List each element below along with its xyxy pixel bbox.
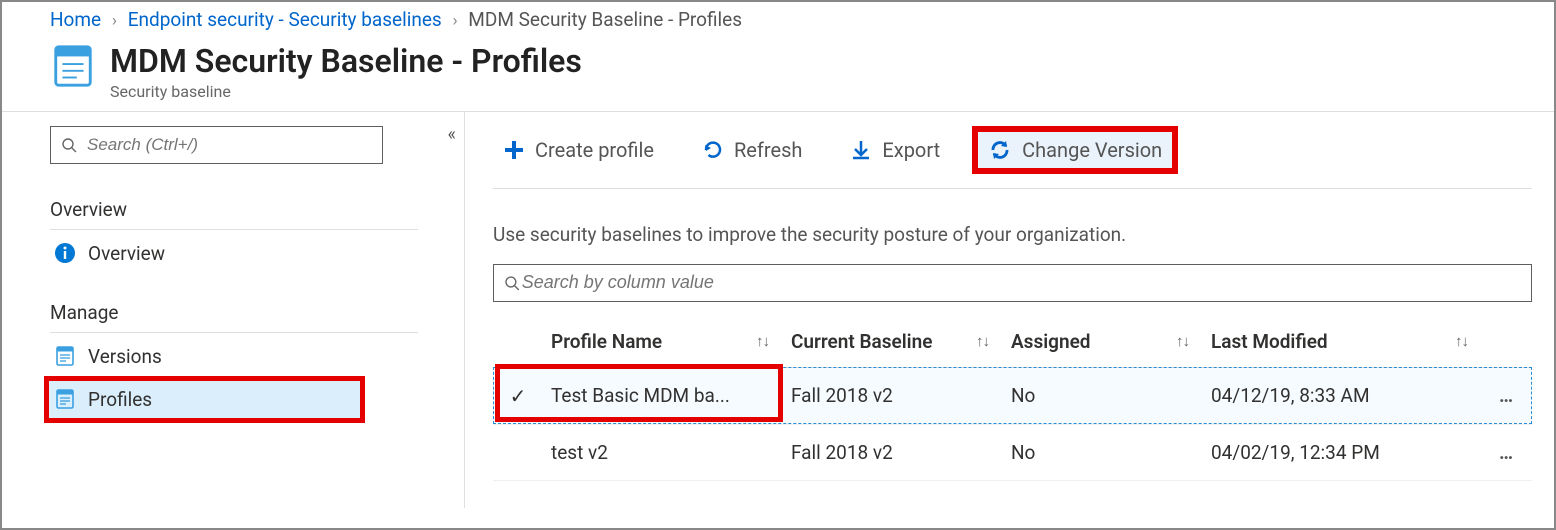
cell-modified: 04/12/19, 8:33 AM [1203, 367, 1482, 424]
breadcrumb-endpoint-security[interactable]: Endpoint security - Security baselines [128, 8, 442, 31]
sidebar-item-label: Overview [88, 242, 165, 265]
plus-icon [503, 139, 525, 161]
sort-icon: ↑↓ [1455, 332, 1468, 350]
checkmark-icon[interactable]: ✓ [510, 384, 527, 408]
col-last-modified[interactable]: Last Modified↑↓ [1203, 320, 1482, 368]
cell-assigned: No [1003, 367, 1203, 424]
column-search[interactable] [493, 264, 1532, 302]
breadcrumb-home[interactable]: Home [50, 8, 101, 31]
row-menu-icon[interactable]: … [1482, 367, 1532, 424]
search-icon [504, 275, 520, 291]
page-title: MDM Security Baseline - Profiles [110, 43, 582, 80]
sidebar-item-overview[interactable]: Overview [46, 232, 418, 275]
col-profile-name[interactable]: Profile Name↑↓ [543, 320, 783, 368]
col-assigned[interactable]: Assigned↑↓ [1003, 320, 1203, 368]
download-icon [850, 139, 872, 161]
info-icon [54, 242, 76, 264]
chevron-right-icon: › [112, 11, 117, 31]
sidebar-search[interactable] [50, 126, 383, 164]
cell-assigned: No [1003, 424, 1203, 480]
sync-icon [988, 138, 1012, 162]
export-button[interactable]: Export [840, 132, 950, 168]
collapse-sidebar-icon[interactable]: « [448, 124, 450, 145]
document-icon [54, 345, 76, 367]
sidebar-item-label: Versions [88, 345, 162, 368]
sidebar-item-label: Profiles [88, 388, 152, 411]
col-checkbox [493, 320, 543, 368]
refresh-icon [702, 139, 724, 161]
create-profile-button[interactable]: Create profile [493, 132, 664, 168]
refresh-button[interactable]: Refresh [692, 132, 812, 168]
toolbar-label: Create profile [535, 138, 654, 162]
breadcrumb-current: MDM Security Baseline - Profiles [468, 8, 742, 31]
cell-profile-name: test v2 [543, 424, 783, 480]
description-text: Use security baselines to improve the se… [493, 223, 1532, 246]
profiles-table: Profile Name↑↓ Current Baseline↑↓ Assign… [493, 320, 1532, 481]
content: Create profile Refresh Export [465, 112, 1554, 508]
cell-baseline: Fall 2018 v2 [783, 367, 1003, 424]
document-icon [54, 388, 76, 410]
column-search-input[interactable] [520, 271, 1521, 294]
toolbar-label: Refresh [734, 138, 802, 162]
page-header: MDM Security Baseline - Profiles Securit… [2, 39, 1554, 112]
sort-icon: ↑↓ [1176, 332, 1189, 350]
breadcrumb: Home › Endpoint security - Security base… [2, 2, 1554, 39]
page-subtitle: Security baseline [110, 82, 582, 101]
sidebar-item-profiles[interactable]: Profiles [46, 378, 363, 421]
cell-profile-name: Test Basic MDM ba... [543, 367, 783, 424]
sort-icon: ↑↓ [756, 332, 769, 350]
chevron-right-icon: › [452, 11, 457, 31]
row-menu-icon[interactable]: … [1482, 424, 1532, 480]
change-version-button[interactable]: Change Version [978, 132, 1172, 168]
toolbar-label: Change Version [1022, 138, 1162, 162]
toolbar: Create profile Refresh Export [493, 112, 1532, 189]
sidebar-section-manage: Manage [50, 293, 418, 333]
table-row[interactable]: ✓ Test Basic MDM ba... Fall 2018 v2 No 0… [493, 367, 1532, 424]
sidebar-search-input[interactable] [85, 134, 372, 156]
cell-modified: 04/02/19, 12:34 PM [1203, 424, 1482, 480]
search-icon [61, 137, 77, 153]
cell-baseline: Fall 2018 v2 [783, 424, 1003, 480]
toolbar-label: Export [882, 138, 940, 162]
sort-icon: ↑↓ [976, 332, 989, 350]
sidebar-item-versions[interactable]: Versions [46, 335, 418, 378]
sidebar-section-overview: Overview [50, 190, 418, 230]
baseline-document-icon [50, 43, 96, 89]
sidebar: « Overview Overview Manage [2, 112, 465, 508]
table-row[interactable]: test v2 Fall 2018 v2 No 04/02/19, 12:34 … [493, 424, 1532, 480]
col-current-baseline[interactable]: Current Baseline↑↓ [783, 320, 1003, 368]
change-version-highlight: Change Version [972, 126, 1178, 174]
